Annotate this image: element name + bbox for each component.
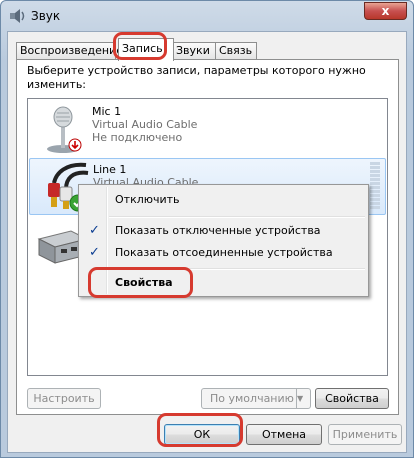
- tab-playback[interactable]: Воспроизведение: [16, 42, 123, 60]
- menu-item-label: Отключить: [115, 193, 180, 206]
- tab-communications[interactable]: Связь: [215, 42, 257, 60]
- menu-separator: [109, 268, 365, 270]
- checkmark-icon: ✓: [89, 223, 100, 238]
- checkmark-icon: ✓: [89, 245, 100, 260]
- apply-button[interactable]: Применить: [328, 424, 402, 445]
- tab-label: Звуки: [176, 44, 210, 57]
- device-item-mic1[interactable]: Mic 1 Virtual Audio Cable Не подключено: [29, 101, 386, 158]
- microphone-icon: [47, 106, 82, 153]
- menu-item-label: Свойства: [115, 276, 173, 289]
- device-name: Mic 1: [92, 105, 122, 118]
- panel-description: Выберите устройство записи, параметры ко…: [27, 64, 366, 91]
- menu-item-disable[interactable]: Отключить: [81, 189, 366, 211]
- device-driver: Virtual Audio Cable: [92, 118, 198, 131]
- button-label: Свойства: [325, 392, 379, 405]
- button-label: ОК: [193, 428, 211, 441]
- cancel-button[interactable]: Отмена: [246, 424, 322, 445]
- menu-item-show-disabled[interactable]: ✓ Показать отключенные устройства: [81, 220, 366, 242]
- button-label: Применить: [332, 428, 398, 441]
- tab-label: Воспроизведение: [20, 44, 123, 57]
- tab-label: Запись: [122, 42, 163, 55]
- set-default-button[interactable]: По умолчанию ▼: [201, 388, 311, 409]
- button-label: Отмена: [261, 428, 307, 441]
- tab-label: Связь: [219, 44, 253, 57]
- menu-item-label: Показать отключенные устройства: [115, 224, 321, 237]
- configure-button[interactable]: Настроить: [27, 388, 101, 409]
- tab-sounds[interactable]: Звуки: [172, 42, 216, 60]
- close-icon: x: [381, 4, 390, 18]
- device-status: Не подключено: [92, 131, 183, 144]
- chevron-down-icon[interactable]: ▼: [296, 389, 310, 408]
- button-label: По умолчанию: [210, 392, 294, 405]
- menu-item-properties[interactable]: Свойства: [81, 272, 366, 294]
- button-label: Настроить: [33, 392, 95, 405]
- title-bar[interactable]: Звук x: [1, 1, 413, 31]
- properties-button[interactable]: Свойства: [315, 388, 389, 409]
- context-menu: Отключить ✓ Показать отключенные устройс…: [78, 184, 369, 297]
- tab-recording[interactable]: Запись: [118, 38, 174, 61]
- menu-separator: [109, 216, 365, 218]
- device-name: Line 1: [93, 163, 127, 176]
- speaker-icon: [10, 9, 25, 23]
- close-button[interactable]: x: [364, 2, 407, 20]
- ok-button[interactable]: ОК: [164, 424, 240, 445]
- menu-item-label: Показать отсоединенные устройства: [115, 246, 333, 259]
- menu-item-show-disconnected[interactable]: ✓ Показать отсоединенные устройства: [81, 242, 366, 264]
- window-title: Звук: [31, 9, 61, 23]
- level-meter: [370, 162, 380, 212]
